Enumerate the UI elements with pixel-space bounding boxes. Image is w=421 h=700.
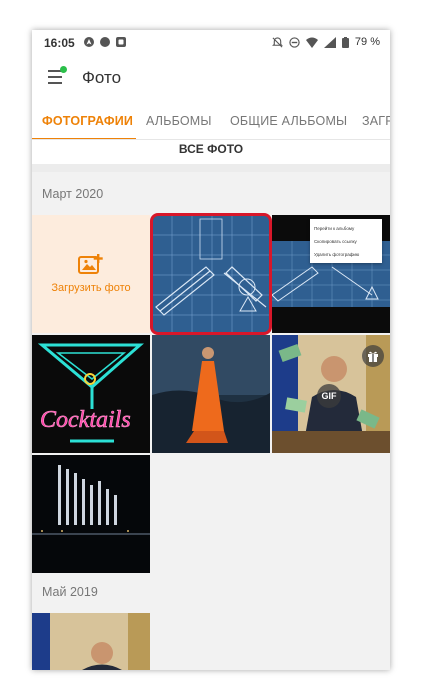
do-not-disturb-icon (289, 36, 300, 48)
app-notification-icon (116, 37, 126, 47)
cocktails-neon-image: Cocktails (32, 335, 150, 453)
menu-item-go-to-album[interactable]: Перейти к альбому (314, 222, 378, 235)
context-menu: Перейти к альбому Скопировать ссылку Уда… (310, 219, 382, 263)
photo-grid-content: Март 2020 Загрузить фото Перейти к альбо… (32, 172, 390, 670)
app-bar: Фото (32, 56, 390, 100)
upload-photo-tile[interactable]: Загрузить фото (32, 215, 150, 333)
gif-badge: GIF (317, 384, 341, 408)
filter-all-photos[interactable]: ВСЕ ФОТО (32, 142, 390, 156)
night-building-image (32, 455, 150, 573)
gift-icon (368, 351, 378, 362)
navigation-icon (84, 37, 94, 47)
record-icon (100, 37, 110, 47)
signal-icon (323, 36, 336, 48)
photo-blueprint-selected[interactable] (150, 213, 272, 335)
battery-icon (341, 36, 349, 48)
section-label-march-2020: Март 2020 (42, 187, 104, 201)
status-bar: 16:05 79 % (32, 30, 390, 56)
photo-gif-man[interactable]: GIF (272, 335, 390, 453)
phone-screen: 16:05 79 % Фото ФОТОГРАФИИ АЛЬБОМЫ ОБЩИЕ… (32, 30, 390, 670)
photo-may-2019[interactable] (32, 613, 150, 670)
tab-shared-albums[interactable]: ОБЩИЕ АЛЬБОМЫ (230, 114, 347, 128)
menu-item-copy-link[interactable]: Скопировать ссылку (314, 235, 378, 248)
woman-orange-dress-image (152, 335, 270, 453)
tab-bar: ФОТОГРАФИИ АЛЬБОМЫ ОБЩИЕ АЛЬБОМЫ ЗАГРУ (32, 102, 390, 140)
photo-orange-dress[interactable] (152, 335, 270, 453)
photo-night-city[interactable] (32, 455, 150, 573)
page-title: Фото (82, 68, 122, 87)
section-label-may-2019: Май 2019 (42, 585, 98, 599)
add-photo-icon (78, 254, 103, 274)
status-time: 16:05 (44, 36, 75, 50)
notification-dot (60, 66, 67, 73)
battery-level: 79 % (354, 36, 380, 48)
wifi-icon (305, 37, 318, 48)
menu-item-delete-photo[interactable]: Удалить фотографию (314, 248, 378, 261)
filter-bar: ВСЕ ФОТО (32, 140, 390, 164)
upload-photo-label: Загрузить фото (51, 282, 131, 294)
man-portrait-image (32, 613, 150, 670)
alarm-off-icon (271, 36, 283, 47)
photo-blueprint-menu[interactable]: Перейти к альбому Скопировать ссылку Уда… (272, 215, 390, 333)
blueprint-image (152, 215, 270, 333)
tab-uploads[interactable]: ЗАГРУ (362, 114, 390, 128)
tab-photos[interactable]: ФОТОГРАФИИ (42, 114, 133, 128)
photo-cocktails[interactable]: Cocktails (32, 335, 150, 453)
tab-albums[interactable]: АЛЬБОМЫ (146, 114, 212, 128)
cocktails-neon-text: Cocktails (40, 407, 131, 433)
gift-button[interactable] (362, 345, 384, 367)
